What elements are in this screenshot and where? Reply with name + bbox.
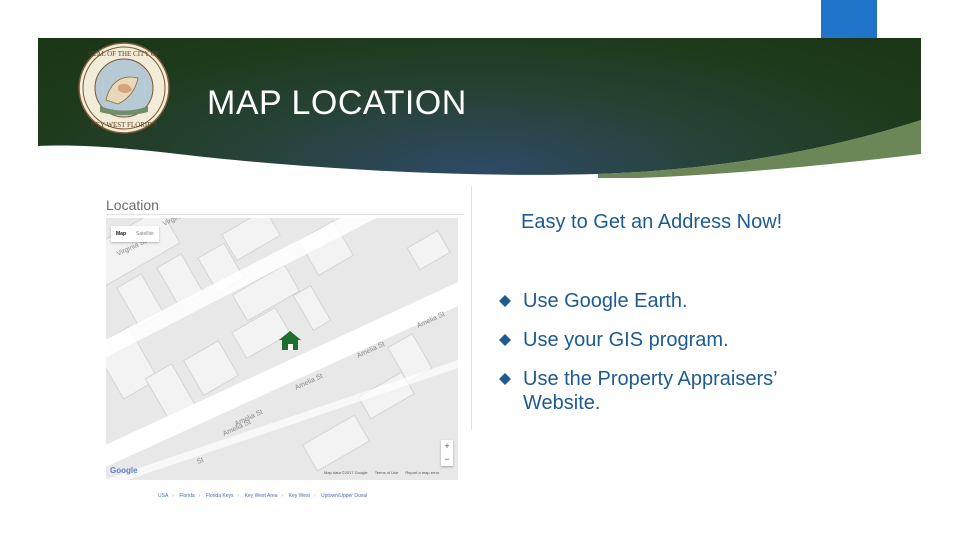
- breadcrumb-item[interactable]: Key West Area: [245, 493, 278, 499]
- bullet-item: Use the Property Appraisers’ Website.: [497, 367, 827, 415]
- slide-subtitle: Easy to Get an Address Now!: [521, 211, 783, 233]
- svg-text:KEY WEST FLORIDA: KEY WEST FLORIDA: [91, 121, 158, 129]
- map-attribution: Map data ©2017 Google Terms of Use Repor…: [324, 470, 445, 475]
- map-canvas: Virginia St Virginia St Amelia St Amelia…: [106, 218, 458, 480]
- slide-title: MAP LOCATION: [207, 84, 467, 122]
- city-seal-logo: SEAL OF THE CITY OF KEY WEST FLORIDA: [78, 42, 170, 134]
- location-heading: Location: [106, 197, 159, 213]
- banner-wave: [38, 120, 921, 178]
- report-map-error-link[interactable]: Report a map error: [405, 470, 439, 475]
- panel-divider: [471, 186, 472, 430]
- bullet-text: Use Google Earth.: [523, 290, 688, 312]
- map-location-panel: Location Virginia St Amelia St Amelia St…: [100, 186, 472, 512]
- heading-rule: [106, 214, 464, 215]
- map-data-credit: Map data ©2017 Google: [324, 470, 368, 475]
- map-view[interactable]: Virginia St Virginia St Amelia St Amelia…: [106, 218, 458, 480]
- terms-of-use-link[interactable]: Terms of Use: [375, 470, 399, 475]
- bullet-text: Use your GIS program.: [523, 329, 729, 351]
- zoom-out-button[interactable]: −: [441, 453, 453, 466]
- bullet-item: Use your GIS program.: [497, 328, 857, 352]
- breadcrumb-item[interactable]: Florida: [179, 493, 194, 499]
- breadcrumb: USA › Florida › Florida Keys › Key West Are…: [158, 493, 368, 499]
- google-logo: Google: [110, 466, 138, 475]
- diamond-bullet-icon: [499, 373, 511, 385]
- zoom-in-button[interactable]: +: [441, 440, 453, 453]
- svg-text:SEAL OF THE CITY OF: SEAL OF THE CITY OF: [88, 50, 160, 58]
- map-type-satellite-button[interactable]: Satellite: [131, 226, 159, 242]
- diamond-bullet-icon: [499, 334, 511, 346]
- breadcrumb-item[interactable]: Florida Keys: [206, 493, 234, 499]
- map-type-map-button[interactable]: Map: [111, 226, 131, 242]
- breadcrumb-item[interactable]: Uptown/Upper Duval: [321, 493, 367, 499]
- map-type-control[interactable]: Map Satellite: [111, 226, 159, 242]
- breadcrumb-item[interactable]: USA: [158, 493, 168, 499]
- diamond-bullet-icon: [499, 295, 511, 307]
- bullet-item: Use Google Earth.: [497, 289, 857, 313]
- zoom-control[interactable]: + −: [441, 440, 453, 466]
- breadcrumb-item[interactable]: Key West: [289, 493, 310, 499]
- bullet-text: Use the Property Appraisers’ Website.: [523, 368, 777, 414]
- title-banner: [38, 38, 921, 178]
